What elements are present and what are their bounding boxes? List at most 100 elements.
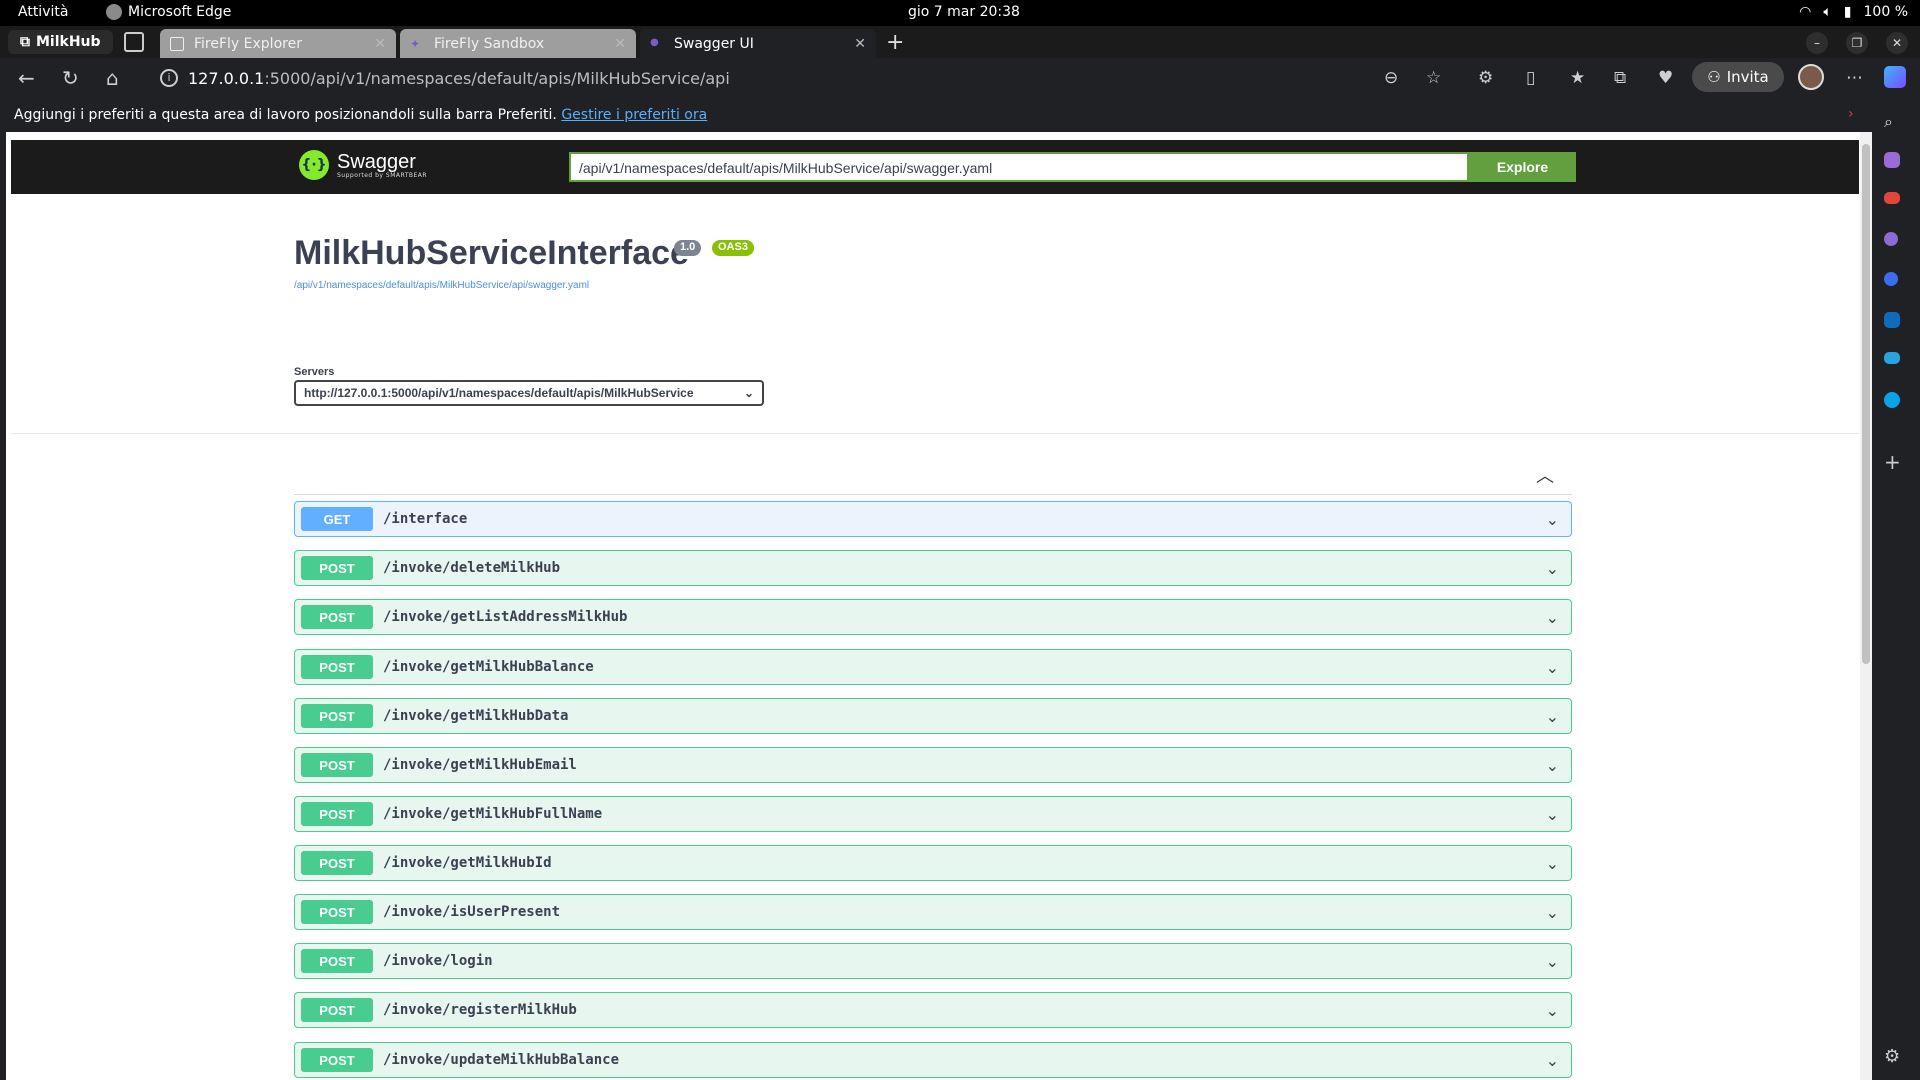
tools-icon[interactable] <box>1884 192 1900 204</box>
home-icon[interactable]: ⌂ <box>106 66 119 90</box>
settings-icon[interactable]: ⚙ <box>1884 1046 1906 1068</box>
close-icon[interactable]: ✕ <box>374 36 386 52</box>
method-badge: POST <box>301 802 373 826</box>
swagger-brand: Swagger <box>337 150 416 173</box>
operation-path: /invoke/deleteMilkHub <box>383 560 561 576</box>
page-title: MilkHubServiceInterface <box>294 234 689 272</box>
close-icon[interactable]: ✕ <box>614 36 626 52</box>
split-icon[interactable]: ▯ <box>1526 68 1535 88</box>
chevron-down-icon[interactable]: ⌄ <box>1546 952 1559 971</box>
url-host: 127.0.0.1 <box>188 68 265 88</box>
microsoft365-icon[interactable] <box>1884 272 1898 286</box>
tab-label: FireFly Explorer <box>194 35 302 52</box>
favorites-icon[interactable]: ★ <box>1570 68 1585 88</box>
chevron-down-icon[interactable]: ⌄ <box>1546 1051 1559 1070</box>
manage-favorites-link[interactable]: Gestire i preferiti ora <box>561 107 707 123</box>
more-icon[interactable]: ⋯ <box>1846 68 1863 88</box>
chevron-down-icon[interactable]: ⌄ <box>1546 805 1559 824</box>
chevron-down-icon[interactable]: ⌄ <box>1546 559 1559 578</box>
spec-url-input[interactable]: /api/v1/namespaces/default/apis/MilkHubS… <box>569 152 1469 182</box>
operation-row[interactable]: POST /invoke/getMilkHubBalance ⌄ <box>294 649 1572 685</box>
chevron-down-icon[interactable]: ⌄ <box>1546 608 1559 627</box>
servers-select[interactable]: http://127.0.0.1:5000/api/v1/namespaces/… <box>294 380 764 406</box>
operation-row[interactable]: POST /invoke/getMilkHubId ⌄ <box>294 845 1572 881</box>
chevron-down-icon[interactable]: ⌄ <box>1546 854 1559 873</box>
add-icon[interactable]: + <box>1884 450 1906 474</box>
extensions-icon[interactable]: ⚙ <box>1478 68 1493 88</box>
operation-path: /invoke/getMilkHubBalance <box>383 659 594 675</box>
clock[interactable]: gio 7 mar 20:38 <box>908 4 1020 20</box>
activities-button[interactable]: Attività <box>18 4 68 20</box>
tab-firefly-sandbox[interactable]: ✦ FireFly Sandbox ✕ <box>400 29 636 58</box>
operation-path: /invoke/getMilkHubId <box>383 855 552 871</box>
copilot-icon[interactable] <box>1884 66 1906 88</box>
explore-button[interactable]: Explore <box>1469 152 1576 182</box>
invite-label: Invita <box>1726 68 1769 86</box>
operation-row[interactable]: GET /interface ⌄ <box>294 501 1572 537</box>
edge-sidebar: ⌕ + ⚙ <box>1872 58 1920 1080</box>
method-badge: POST <box>301 753 373 777</box>
page-scrollbar[interactable] <box>1860 132 1872 1080</box>
chevron-up-icon[interactable]: ︿ <box>1536 462 1554 488</box>
battery-icon: ▮ <box>1843 4 1852 20</box>
chevron-down-icon[interactable]: ⌄ <box>1546 756 1559 775</box>
tab-actions-icon[interactable] <box>124 32 144 52</box>
info-icon[interactable]: i <box>160 69 178 87</box>
search-icon[interactable]: ⌕ <box>1884 112 1906 134</box>
operation-path: /invoke/getMilkHubData <box>383 708 569 724</box>
chevron-down-icon[interactable]: ⌄ <box>1546 1001 1559 1020</box>
dismiss-icon[interactable]: › <box>1848 106 1854 122</box>
operation-path: /invoke/login <box>383 953 493 969</box>
workspace-label: MilkHub <box>36 34 101 50</box>
chevron-down-icon[interactable]: ⌄ <box>1546 707 1559 726</box>
system-tray[interactable]: ◠ 🔈︎ ▮ 100 % <box>1799 4 1908 20</box>
swagger-logo[interactable]: {·} Swagger Supported by SMARTBEAR <box>299 150 427 180</box>
shopping-icon[interactable] <box>1884 152 1900 168</box>
address-bar[interactable]: i 127.0.0.1:5000/api/v1/namespaces/defau… <box>160 63 1450 93</box>
avatar[interactable] <box>1798 64 1824 90</box>
divider <box>11 433 1859 434</box>
operation-row[interactable]: POST /invoke/registerMilkHub ⌄ <box>294 992 1572 1028</box>
navigation-toolbar: ← ↻ ⌂ i 127.0.0.1:5000/api/v1/namespaces… <box>0 58 1920 98</box>
drop-icon[interactable] <box>1884 352 1900 364</box>
favorites-bar: Aggiungi i preferiti a questa area di la… <box>0 98 1920 132</box>
performance-icon[interactable]: ♥ <box>1658 68 1673 88</box>
star-icon[interactable]: ☆ <box>1426 68 1441 88</box>
app-menu[interactable]: Microsoft Edge <box>106 4 231 20</box>
restore-icon[interactable]: ❐ <box>1846 32 1868 54</box>
operation-row[interactable]: POST /invoke/getMilkHubData ⌄ <box>294 698 1572 734</box>
games-icon[interactable] <box>1884 232 1898 246</box>
chevron-down-icon[interactable]: ⌄ <box>1546 658 1559 677</box>
back-icon[interactable]: ← <box>18 66 35 90</box>
close-window-icon[interactable]: ✕ <box>1886 32 1908 54</box>
minimize-icon[interactable]: – <box>1806 32 1828 54</box>
close-icon[interactable]: ✕ <box>854 36 866 52</box>
operation-path: /invoke/getListAddressMilkHub <box>383 609 628 625</box>
operation-row[interactable]: POST /invoke/getMilkHubEmail ⌄ <box>294 747 1572 783</box>
outlook-icon[interactable] <box>1884 312 1900 328</box>
new-tab-icon[interactable]: + <box>886 30 904 55</box>
zoom-icon[interactable]: ⊖ <box>1384 68 1398 88</box>
collections-icon[interactable]: ⧉ <box>1614 68 1626 88</box>
operation-row[interactable]: POST /invoke/getListAddressMilkHub ⌄ <box>294 599 1572 635</box>
operation-row[interactable]: POST /invoke/login ⌄ <box>294 943 1572 979</box>
chevron-down-icon[interactable]: ⌄ <box>1546 903 1559 922</box>
scrollbar-thumb[interactable] <box>1862 144 1870 664</box>
firefly-icon: ✦ <box>410 36 421 51</box>
operation-row[interactable]: POST /invoke/deleteMilkHub ⌄ <box>294 550 1572 586</box>
tab-swagger-ui[interactable]: ● Swagger UI ✕ <box>640 29 876 58</box>
reload-icon[interactable]: ↻ <box>62 66 79 90</box>
method-badge: POST <box>301 900 373 924</box>
chevron-down-icon[interactable]: ⌄ <box>1546 510 1559 529</box>
workspace-button[interactable]: ⧉ MilkHub <box>8 30 113 54</box>
volume-icon: 🔈︎ <box>1823 4 1832 20</box>
operation-row[interactable]: POST /invoke/isUserPresent ⌄ <box>294 894 1572 930</box>
tab-firefly-explorer[interactable]: FireFly Explorer ✕ <box>160 29 396 58</box>
skype-icon[interactable] <box>1884 392 1900 408</box>
spec-link[interactable]: /api/v1/namespaces/default/apis/MilkHubS… <box>294 280 589 291</box>
operation-row[interactable]: POST /invoke/updateMilkHubBalance ⌄ <box>294 1042 1572 1078</box>
method-badge: POST <box>301 998 373 1022</box>
edge-app-icon <box>106 4 122 20</box>
invite-button[interactable]: ⚇ Invita <box>1692 62 1784 92</box>
operation-row[interactable]: POST /invoke/getMilkHubFullName ⌄ <box>294 796 1572 832</box>
